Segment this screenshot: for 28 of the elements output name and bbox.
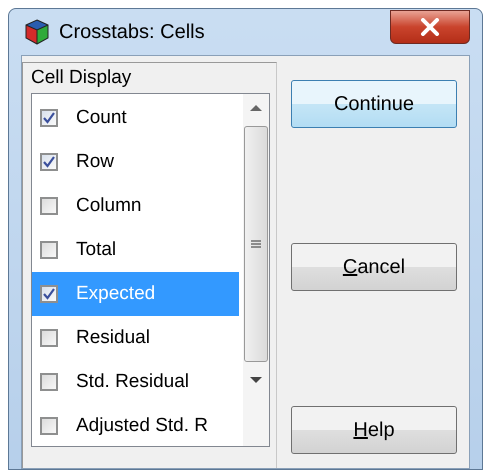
scrollbar[interactable] [243,94,269,446]
cube-icon [25,19,49,45]
checkbox[interactable] [40,417,58,435]
close-button[interactable] [390,10,470,44]
checkbox[interactable] [40,153,58,171]
dialog-button[interactable]: Help [291,406,457,454]
list-item[interactable]: Column [32,184,239,228]
list-item[interactable]: Count [32,96,239,140]
checkbox[interactable] [40,197,58,215]
checkbox[interactable] [40,285,58,303]
list-item[interactable]: Residual [32,316,239,360]
checkbox[interactable] [40,373,58,391]
window-title: Crosstabs: Cells [59,20,205,44]
list-item[interactable]: Total [32,228,239,272]
dialog-button[interactable]: Continue [291,80,457,128]
list-item[interactable]: Row [32,140,239,184]
down-arrow-icon[interactable] [249,376,263,384]
grip-icon [251,239,261,249]
checkbox[interactable] [40,329,58,347]
checkbox[interactable] [40,241,58,259]
group-title: Cell Display [31,67,132,89]
up-arrow-icon[interactable] [249,104,263,112]
list-item[interactable]: Std. Residual [32,360,239,404]
checkbox[interactable] [40,109,58,127]
dialog-button[interactable]: Cancel [291,243,457,291]
close-icon [420,18,440,36]
scrollbar-thumb[interactable] [244,126,268,362]
list-item[interactable]: Adjusted Std. R [32,404,239,448]
